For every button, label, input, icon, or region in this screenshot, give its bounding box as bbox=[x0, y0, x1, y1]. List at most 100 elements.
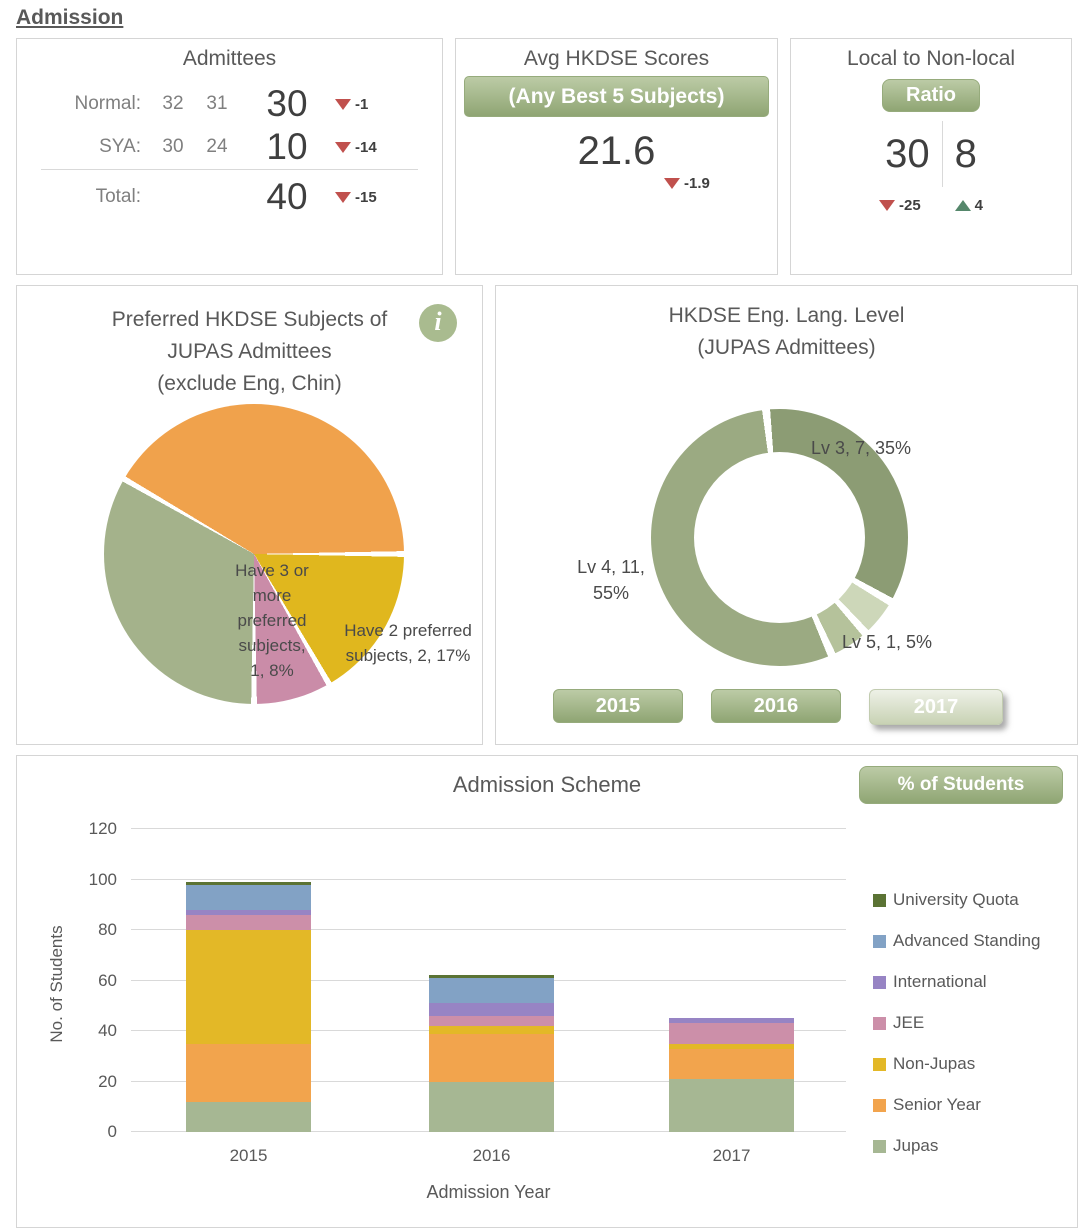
value-current: 40 bbox=[239, 176, 335, 218]
legend-label: International bbox=[893, 972, 987, 992]
avg-score-value: 21.6 bbox=[456, 129, 777, 174]
decrease-icon bbox=[664, 178, 680, 189]
row-label: SYA: bbox=[31, 136, 151, 158]
decrease-icon bbox=[335, 192, 351, 203]
admittees-title: Admittees bbox=[17, 47, 442, 71]
legend-label: Jupas bbox=[893, 1136, 938, 1156]
bar-segment-non-jupas bbox=[429, 1026, 554, 1034]
eng-lang-level-panel: HKDSE Eng. Lang. Level (JUPAS Admittees)… bbox=[495, 285, 1078, 745]
legend-item-jee: JEE bbox=[873, 1013, 1040, 1033]
value-last-year: 31 bbox=[195, 93, 239, 115]
bar-segment-jupas bbox=[669, 1079, 794, 1132]
ratio-values: 30 8 bbox=[791, 121, 1071, 187]
stacked-bar-2016 bbox=[429, 829, 554, 1132]
year-button-2016[interactable]: 2016 bbox=[711, 689, 841, 723]
legend-item-international: International bbox=[873, 972, 1040, 992]
bar-segment-jupas bbox=[429, 1082, 554, 1133]
legend-item-advanced-standing: Advanced Standing bbox=[873, 931, 1040, 951]
delta-value: -1.9 bbox=[684, 175, 710, 192]
delta: -1.9 bbox=[664, 175, 710, 192]
nonlocal-delta: 4 bbox=[955, 197, 983, 214]
admittees-row-sya: SYA: 30 24 10 -14 bbox=[31, 123, 432, 171]
decrease-icon bbox=[335, 99, 351, 110]
local-delta: -25 bbox=[879, 197, 921, 214]
pie-slice-label: Have 3 or more preferred subjects, 1, 8% bbox=[207, 558, 337, 683]
chart-title: (exclude Eng, Chin) bbox=[17, 372, 482, 396]
donut-slice-label: Lv 3, 7, 35% bbox=[811, 438, 911, 459]
stacked-bar-2017 bbox=[669, 829, 794, 1132]
bar-segment-international bbox=[429, 1003, 554, 1016]
x-tick-label: 2017 bbox=[669, 1146, 794, 1166]
y-tick-label: 100 bbox=[73, 870, 117, 890]
value-last-year: 24 bbox=[195, 136, 239, 158]
value-two-years-ago: 30 bbox=[151, 136, 195, 158]
bar-segment-jee bbox=[669, 1023, 794, 1043]
admittees-panel: Admittees Normal: 32 31 30 -1 SYA: 30 24… bbox=[16, 38, 443, 275]
bar-segment-advanced-standing bbox=[186, 885, 311, 910]
year-button-2017[interactable]: 2017 bbox=[869, 689, 1003, 725]
nonlocal-value: 8 bbox=[955, 132, 977, 177]
y-tick-label: 80 bbox=[73, 920, 117, 940]
page-title: Admission bbox=[16, 6, 123, 30]
legend-label: Senior Year bbox=[893, 1095, 981, 1115]
legend-item-jupas: Jupas bbox=[873, 1136, 1040, 1156]
bar-segment-advanced-standing bbox=[429, 978, 554, 1003]
delta: -14 bbox=[335, 139, 377, 156]
delta: -1 bbox=[335, 96, 368, 113]
ratio-title: Local to Non-local bbox=[791, 47, 1071, 71]
bar-segment-senior-year bbox=[429, 1034, 554, 1082]
delta-value: -14 bbox=[355, 139, 377, 156]
row-label: Total: bbox=[31, 186, 151, 208]
avg-hkdse-title: Avg HKDSE Scores bbox=[456, 47, 777, 71]
chart-title: JUPAS Admittees bbox=[17, 340, 482, 364]
increase-icon bbox=[955, 200, 971, 211]
donut-slice-label: Lv 5, 1, 5% bbox=[842, 632, 932, 653]
preferred-subjects-panel: Preferred HKDSE Subjects of JUPAS Admitt… bbox=[16, 285, 483, 745]
bar-segment-senior-year bbox=[186, 1044, 311, 1102]
ratio-panel: Local to Non-local Ratio 30 8 -25 4 bbox=[790, 38, 1072, 275]
admittees-row-normal: Normal: 32 31 30 -1 bbox=[31, 80, 432, 128]
legend-label: JEE bbox=[893, 1013, 924, 1033]
divider bbox=[41, 169, 418, 170]
legend-swatch bbox=[873, 976, 886, 989]
y-tick-label: 60 bbox=[73, 971, 117, 991]
bar-plot-area: 020406080100120201520162017 bbox=[131, 829, 846, 1132]
decrease-icon bbox=[335, 142, 351, 153]
y-axis-label: No. of Students bbox=[47, 874, 67, 1094]
legend-label: Advanced Standing bbox=[893, 931, 1040, 951]
chart-title: Preferred HKDSE Subjects of bbox=[17, 308, 482, 332]
delta-value: -15 bbox=[355, 189, 377, 206]
legend-swatch bbox=[873, 894, 886, 907]
ratio-button[interactable]: Ratio bbox=[882, 79, 980, 112]
legend-item-senior-year: Senior Year bbox=[873, 1095, 1040, 1115]
legend-item-non-jupas: Non-Jupas bbox=[873, 1054, 1040, 1074]
bar-segment-jee bbox=[186, 915, 311, 930]
bar-segment-jee bbox=[429, 1016, 554, 1026]
percent-of-students-button[interactable]: % of Students bbox=[859, 766, 1063, 804]
y-tick-label: 0 bbox=[73, 1122, 117, 1142]
donut-slice-label: Lv 4, 11, 55% bbox=[544, 554, 678, 606]
delta-value: -1 bbox=[355, 96, 368, 113]
legend-item-university-quota: University Quota bbox=[873, 890, 1040, 910]
y-tick-label: 20 bbox=[73, 1072, 117, 1092]
bar-segment-non-jupas bbox=[186, 930, 311, 1044]
value-two-years-ago: 32 bbox=[151, 93, 195, 115]
legend-swatch bbox=[873, 1017, 886, 1030]
year-button-2015[interactable]: 2015 bbox=[553, 689, 683, 723]
info-icon[interactable]: i bbox=[419, 304, 457, 342]
value-current: 30 bbox=[239, 83, 335, 125]
row-label: Normal: bbox=[31, 93, 151, 115]
any-best-5-subjects-button[interactable]: (Any Best 5 Subjects) bbox=[464, 76, 769, 117]
admittees-row-total: Total: 40 -15 bbox=[31, 173, 432, 221]
legend-swatch bbox=[873, 1058, 886, 1071]
x-tick-label: 2016 bbox=[429, 1146, 554, 1166]
chart-title: HKDSE Eng. Lang. Level bbox=[496, 304, 1077, 328]
delta: -15 bbox=[335, 189, 377, 206]
legend-label: Non-Jupas bbox=[893, 1054, 975, 1074]
delta-value: -25 bbox=[899, 197, 921, 214]
chart-title: (JUPAS Admittees) bbox=[496, 336, 1077, 360]
bar-legend: University Quota Advanced Standing Interna… bbox=[873, 890, 1040, 1156]
legend-label: University Quota bbox=[893, 890, 1019, 910]
admission-dashboard: Admission Admittees Normal: 32 31 30 -1 … bbox=[0, 0, 1080, 1230]
ratio-deltas: -25 4 bbox=[791, 197, 1071, 214]
